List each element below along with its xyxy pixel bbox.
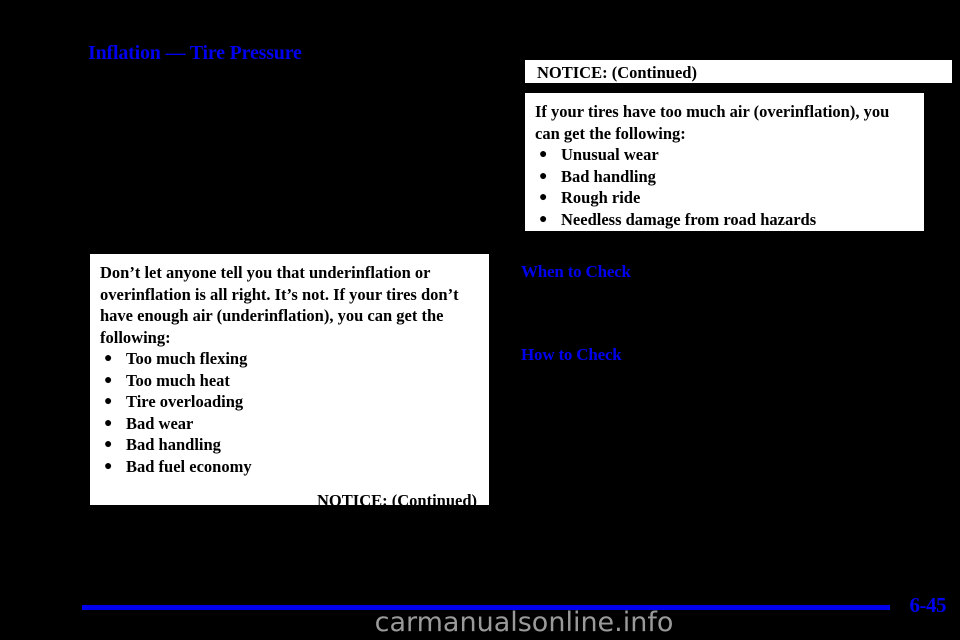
bullet-icon: ●	[104, 437, 113, 452]
bullet-icon: ●	[539, 168, 548, 184]
list-item-label: Bad handling	[561, 166, 656, 186]
manual-page: Inflation — Tire Pressure Don’t let anyo…	[0, 0, 960, 640]
list-item: ● Unusual wear	[535, 144, 914, 166]
overinflation-paragraph: If your tires have too much air (overinf…	[535, 102, 890, 143]
list-item-label: Rough ride	[561, 188, 641, 207]
bullet-icon: ●	[539, 147, 548, 162]
subheading-when-to-check: When to Check	[521, 262, 631, 281]
list-item: ● Rough ride	[535, 187, 914, 209]
overinflation-bullet-list: ● Unusual wear ● Bad handling ● Rough ri…	[535, 144, 914, 230]
list-item-label: Bad wear	[126, 413, 194, 433]
list-item: ● Bad handling	[100, 434, 477, 456]
list-item-label: Bad fuel economy	[126, 456, 252, 476]
bullet-icon: ●	[104, 394, 113, 409]
list-item: ● Too much flexing	[100, 348, 477, 370]
list-item: ● Tire overloading	[100, 391, 477, 413]
list-item: ● Too much heat	[100, 370, 477, 392]
subheading-how-to-check: How to Check	[521, 345, 622, 364]
list-item-label: Too much flexing	[126, 349, 248, 368]
bullet-icon: ●	[104, 351, 113, 366]
site-watermark: carmanualsonline.info	[374, 607, 674, 638]
underinflation-paragraph: Don’t let anyone tell you that underinfl…	[100, 263, 459, 347]
bullet-icon: ●	[539, 211, 548, 227]
list-item: ● Bad handling	[535, 166, 914, 188]
list-item-label: Unusual wear	[561, 145, 659, 164]
list-item: ● Needless damage from road hazards	[535, 209, 914, 231]
underinflation-bullet-list: ● Too much flexing ● Too much heat ● Tir…	[100, 348, 477, 477]
underinflation-notice-box: Don’t let anyone tell you that underinfl…	[88, 252, 491, 510]
notice-continued-header-box: NOTICE: (Continued)	[523, 58, 954, 85]
notice-header-label: NOTICE: (Continued)	[537, 63, 697, 82]
list-item-label: Needless damage from road hazards	[561, 209, 817, 229]
list-item-label: Too much heat	[126, 370, 230, 390]
bullet-icon: ●	[104, 372, 113, 388]
list-item-label: Bad handling	[126, 435, 221, 454]
notice-continued-label: NOTICE: (Continued)	[317, 491, 477, 510]
list-item: ● Bad wear	[100, 413, 477, 435]
page-title: Inflation — Tire Pressure	[88, 42, 302, 64]
list-item: ● Bad fuel economy	[100, 456, 477, 478]
bullet-icon: ●	[539, 190, 548, 205]
bullet-icon: ●	[104, 415, 113, 431]
list-item-label: Tire overloading	[126, 392, 244, 411]
overinflation-notice-box: If your tires have too much air (overinf…	[523, 91, 926, 233]
bullet-icon: ●	[104, 458, 113, 474]
